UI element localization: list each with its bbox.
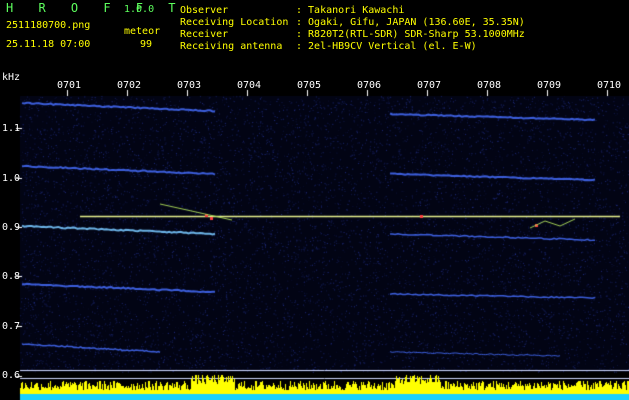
y-tick-label: 0.7 [2, 321, 21, 332]
observer-label: Observer [180, 5, 229, 16]
y-tick-label: 1.0 [2, 173, 21, 184]
app-title: H R O F F T [6, 1, 185, 15]
y-tick-label: 0.6 [2, 370, 21, 381]
x-tick-label: 0703 [177, 80, 202, 91]
y-tick-label: 1.1 [2, 123, 21, 134]
y-tick-label: 0.9 [2, 222, 21, 233]
location-label: Receiving Location [180, 17, 289, 28]
receiver-value: : R820T2(RTL-SDR) SDR-Sharp 53.1000MHz [296, 29, 525, 40]
y-tick-label: 0.8 [2, 271, 21, 282]
spectrogram-canvas [0, 56, 629, 400]
mode-label: meteor [124, 26, 161, 37]
datetime: 25.11.18 07:00 [6, 39, 91, 50]
filename: 2511180700.png [6, 20, 91, 31]
x-tick-label: 0701 [57, 80, 82, 91]
receiver-label: Receiver [180, 29, 229, 40]
version-label: 1.0.0 [124, 4, 155, 15]
antenna-label: Receiving antenna [180, 41, 283, 52]
x-tick-label: 0702 [117, 80, 142, 91]
antenna-value: : 2el-HB9CV Vertical (el. E-W) [296, 41, 477, 52]
x-tick-label: 0708 [477, 80, 502, 91]
x-tick-label: 0706 [357, 80, 382, 91]
x-tick-label: 0705 [297, 80, 322, 91]
x-tick-label: 0704 [237, 80, 262, 91]
location-value: : Ogaki, Gifu, JAPAN (136.60E, 35.35N) [296, 17, 525, 28]
observer-value: : Takanori Kawachi [296, 5, 405, 16]
x-tick-label: 0707 [417, 80, 442, 91]
meteor-count: 99 [140, 39, 153, 50]
y-axis-unit: kHz [2, 72, 21, 83]
x-tick-label: 0709 [537, 80, 562, 91]
header-panel: H R O F F T 1.0.0 2511180700.png 25.11.1… [0, 0, 629, 56]
x-tick-label: 0710 [597, 80, 622, 91]
